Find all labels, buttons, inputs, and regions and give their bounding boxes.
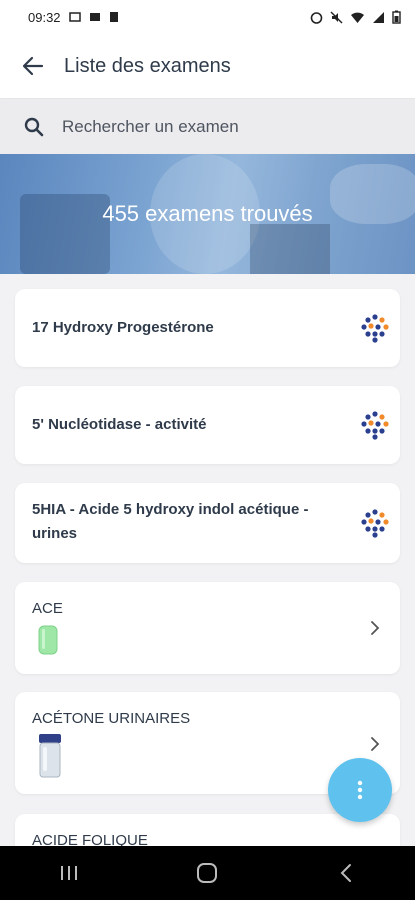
results-count: 455 examens trouvés (102, 201, 313, 226)
back-button[interactable] (18, 51, 48, 81)
system-nav-bar (0, 846, 415, 900)
exam-card[interactable]: 5HIA - Acide 5 hydroxy indol acétique - … (15, 483, 400, 563)
status-bar: 09:32 (0, 0, 415, 34)
status-time: 09:32 (28, 9, 61, 25)
search-input[interactable] (60, 115, 384, 138)
system-back-button[interactable] (316, 853, 376, 893)
exam-name: 17 Hydroxy Progestérone (32, 319, 214, 336)
app-bar: Liste des examens (0, 34, 415, 98)
more-vertical-icon (357, 780, 363, 800)
more-options-button[interactable] (328, 758, 392, 822)
page-title: Liste des examens (64, 54, 231, 77)
exam-card[interactable]: 5' Nucléotidase - activité (15, 386, 400, 464)
exam-name: 5HIA - Acide 5 hydroxy indol acétique - … (32, 501, 309, 542)
gallery-icon (68, 12, 81, 22)
signal-icon (373, 11, 384, 23)
exam-card[interactable]: 17 Hydroxy Progestérone (15, 289, 400, 367)
alarm-icon (310, 11, 323, 24)
wifi-icon (351, 12, 364, 23)
search-icon (24, 117, 44, 136)
exam-name: ACE (32, 600, 63, 617)
home-button[interactable] (177, 853, 237, 893)
arrow-left-icon (22, 56, 44, 76)
lab-dots-icon (361, 411, 389, 440)
recent-apps-icon (61, 866, 78, 880)
results-banner: 455 examens trouvés (0, 154, 415, 274)
exam-card[interactable]: ACE (15, 582, 400, 674)
search-bar (0, 99, 415, 154)
urine-container-icon (39, 734, 61, 778)
green-tube-icon (38, 625, 58, 655)
chevron-right-icon (371, 621, 380, 635)
lab-dots-icon (361, 314, 389, 343)
recent-apps-button[interactable] (39, 853, 99, 893)
sim-icon (109, 12, 118, 22)
mute-icon (330, 11, 343, 23)
image-icon (89, 13, 100, 21)
exam-name: 5' Nucléotidase - activité (32, 416, 207, 433)
lab-dots-icon (361, 509, 389, 538)
chevron-right-icon (371, 737, 380, 751)
battery-icon (392, 10, 401, 24)
home-icon (197, 863, 218, 883)
back-chevron-icon (340, 864, 351, 882)
exam-name: ACÉTONE URINAIRES (32, 710, 191, 727)
